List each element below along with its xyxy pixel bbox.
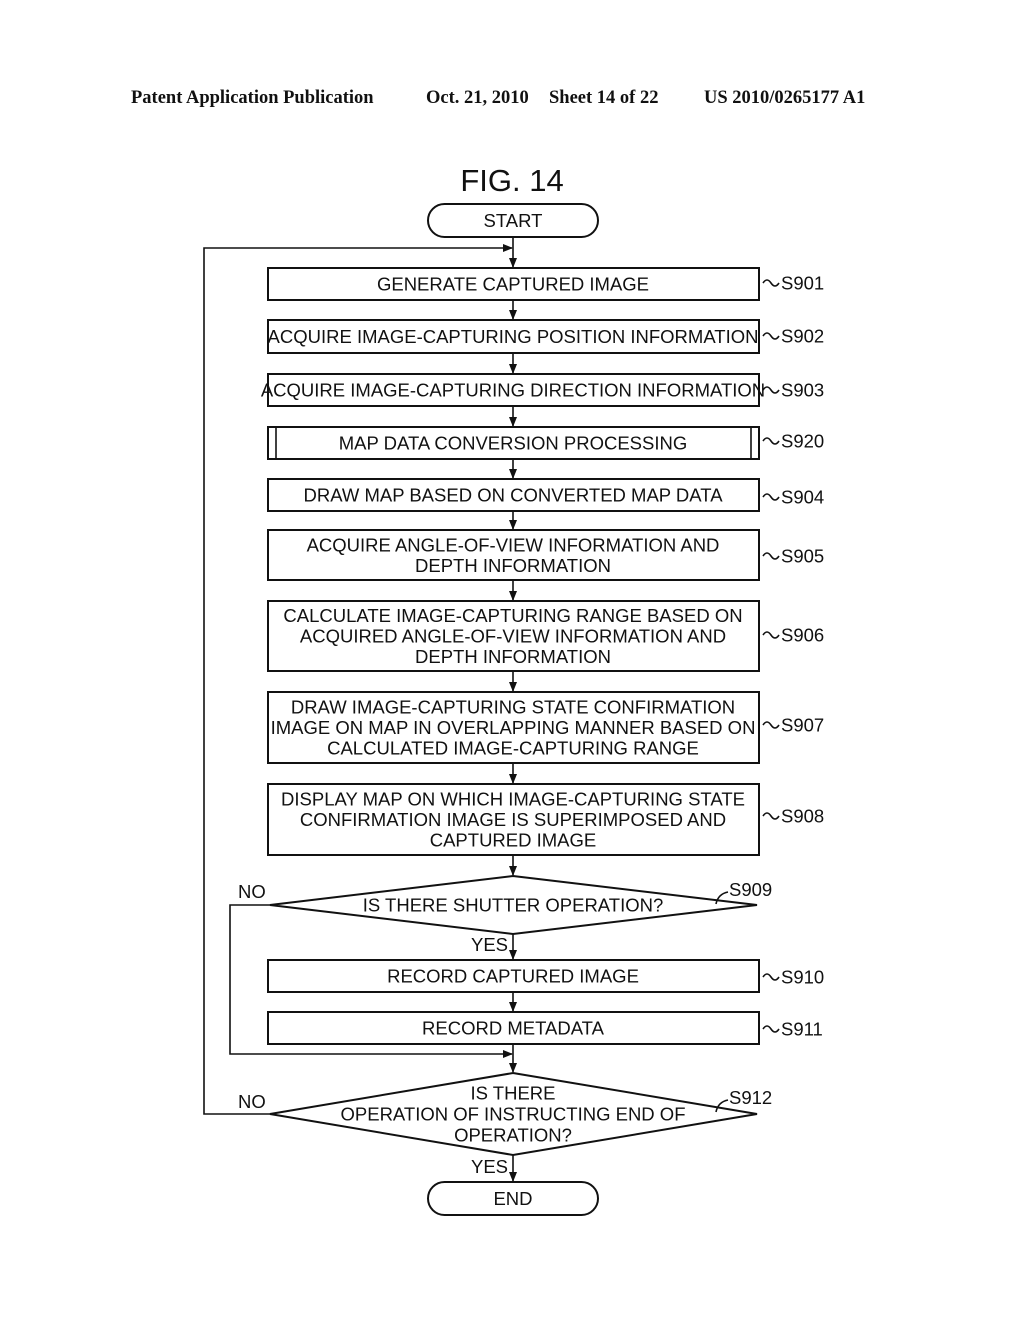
process-step-s907: DRAW IMAGE-CAPTURING STATE CONFIRMATIONI… (267, 691, 824, 764)
process-step-text: ACQUIRE IMAGE-CAPTURING DIRECTION INFORM… (261, 380, 765, 401)
process-step-text: DRAW IMAGE-CAPTURING STATE CONFIRMATION (291, 697, 735, 718)
process-step-s910: RECORD CAPTURED IMAGE S910 (267, 959, 824, 993)
process-step-text: RECORD METADATA (422, 1018, 605, 1039)
step-id-label: S905 (781, 546, 824, 567)
process-step-text: GENERATE CAPTURED IMAGE (377, 274, 649, 295)
process-step-text: ACQUIRE IMAGE-CAPTURING POSITION INFORMA… (268, 326, 759, 347)
leader-line (762, 631, 780, 639)
process-step-text: IMAGE ON MAP IN OVERLAPPING MANNER BASED… (271, 717, 756, 738)
process-step-text: DISPLAY MAP ON WHICH IMAGE-CAPTURING STA… (281, 789, 745, 810)
decision-s909: IS THERE SHUTTER OPERATION? S909 NO YES (238, 874, 772, 955)
leader-line (762, 386, 780, 394)
process-step-text: DEPTH INFORMATION (415, 555, 611, 576)
leader-line (762, 721, 780, 729)
process-step-s901: GENERATE CAPTURED IMAGE S901 (267, 267, 824, 301)
no-branch-label: NO (238, 881, 266, 902)
process-step-text: DEPTH INFORMATION (415, 646, 611, 667)
process-step-text: RECORD CAPTURED IMAGE (387, 966, 639, 987)
step-id-label: S912 (729, 1087, 772, 1108)
leader-line (762, 493, 780, 501)
process-step-s911: RECORD METADATA S911 (267, 1011, 823, 1045)
flowchart: START GENERATE CAPTURED IMAGE S901 ACQUIRE … (203, 203, 824, 1216)
process-step-s908: DISPLAY MAP ON WHICH IMAGE-CAPTURING STA… (267, 783, 824, 856)
step-id-label: S920 (781, 431, 824, 452)
process-step-text: CAPTURED IMAGE (430, 830, 597, 851)
end-terminal: END (427, 1181, 599, 1216)
step-id-label: S901 (781, 273, 824, 294)
start-label: START (484, 210, 543, 231)
decision-text: OPERATION OF INSTRUCTING END OF (341, 1104, 686, 1125)
decision-text: IS THERE (471, 1083, 556, 1104)
leader-line (762, 973, 780, 981)
no-branch-label: NO (238, 1091, 266, 1112)
decision-text: OPERATION? (454, 1125, 572, 1146)
flowchart-nodes: START GENERATE CAPTURED IMAGE S901 ACQUIRE … (238, 203, 824, 1216)
step-id-label: S911 (781, 1019, 823, 1040)
process-step-text: MAP DATA CONVERSION PROCESSING (339, 433, 687, 454)
decision-text: IS THERE SHUTTER OPERATION? (363, 895, 664, 916)
process-step-text: ACQUIRE ANGLE-OF-VIEW INFORMATION AND (307, 534, 720, 555)
process-step-s903: ACQUIRE IMAGE-CAPTURING DIRECTION INFORM… (261, 373, 824, 407)
decision-s912: IS THEREOPERATION OF INSTRUCTING END OFO… (238, 1071, 772, 1177)
step-id-label: S910 (781, 967, 824, 988)
step-id-label: S906 (781, 625, 824, 646)
leader-line (762, 279, 780, 287)
yes-branch-label: YES (471, 934, 508, 955)
leader-line (762, 332, 780, 340)
leader-line (762, 437, 780, 445)
leader-line (762, 812, 780, 820)
process-step-s905: ACQUIRE ANGLE-OF-VIEW INFORMATION ANDDEP… (267, 529, 824, 581)
step-id-label: S902 (781, 326, 824, 347)
step-id-label: S908 (781, 806, 824, 827)
process-step-text: CALCULATED IMAGE-CAPTURING RANGE (327, 738, 699, 759)
process-step-s906: CALCULATE IMAGE-CAPTURING RANGE BASED ON… (267, 600, 824, 672)
process-step-text: DRAW MAP BASED ON CONVERTED MAP DATA (303, 485, 723, 506)
process-step-s902: ACQUIRE IMAGE-CAPTURING POSITION INFORMA… (267, 319, 824, 354)
step-id-label: S907 (781, 715, 824, 736)
step-id-label: S909 (729, 879, 772, 900)
leader-line (762, 552, 780, 560)
start-terminal: START (427, 203, 599, 238)
process-step-s920: MAP DATA CONVERSION PROCESSING S920 (267, 426, 824, 460)
process-step-text: CALCULATE IMAGE-CAPTURING RANGE BASED ON (283, 605, 742, 626)
leader-line (762, 1025, 780, 1033)
process-step-s904: DRAW MAP BASED ON CONVERTED MAP DATA S904 (267, 478, 824, 512)
end-label: END (493, 1188, 532, 1209)
process-step-text: CONFIRMATION IMAGE IS SUPERIMPOSED AND (300, 809, 726, 830)
process-step-text: ACQUIRED ANGLE-OF-VIEW INFORMATION AND (300, 626, 726, 647)
step-id-label: S903 (781, 380, 824, 401)
yes-branch-label: YES (471, 1156, 508, 1177)
step-id-label: S904 (781, 487, 824, 508)
